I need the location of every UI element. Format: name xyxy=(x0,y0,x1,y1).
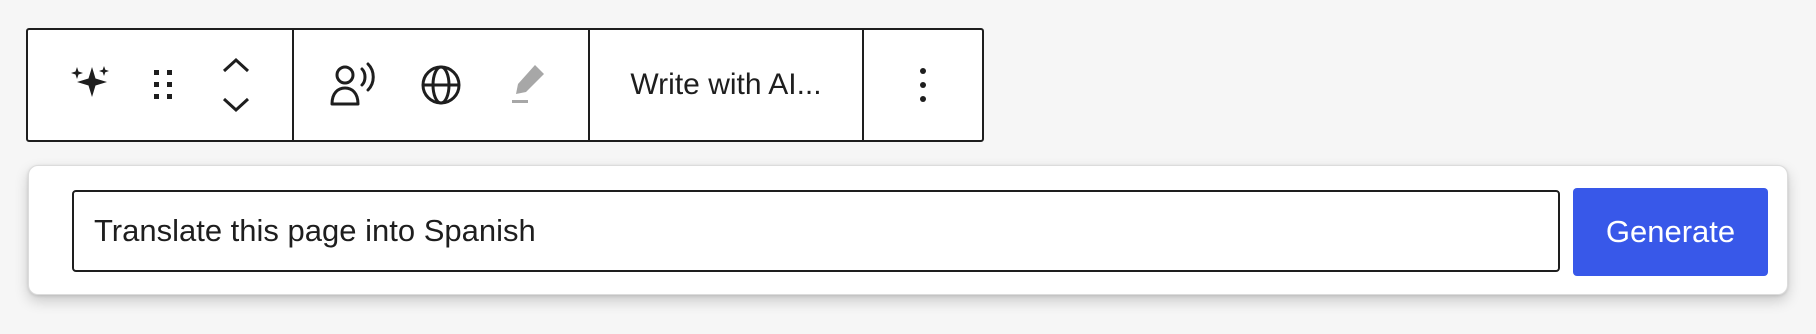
move-up-down-icon xyxy=(222,57,250,113)
options-group xyxy=(864,30,982,140)
more-vertical-icon xyxy=(920,68,926,102)
generate-button[interactable]: Generate xyxy=(1573,188,1768,276)
ai-block-button[interactable] xyxy=(60,50,120,120)
block-controls-group xyxy=(28,30,294,140)
voice-speaker-icon xyxy=(330,62,375,106)
block-tools-group xyxy=(294,30,590,140)
sparkles-icon xyxy=(71,66,109,97)
drag-handle[interactable] xyxy=(133,50,193,120)
language-button[interactable] xyxy=(411,50,471,120)
options-button[interactable] xyxy=(893,50,953,120)
write-with-ai-button[interactable]: Write with AI... xyxy=(630,68,821,102)
ai-prompt-input[interactable] xyxy=(72,190,1560,272)
write-with-ai-group: Write with AI... xyxy=(590,30,864,140)
move-buttons[interactable] xyxy=(206,50,266,120)
block-toolbar: Write with AI... xyxy=(26,28,984,142)
globe-icon xyxy=(421,65,461,105)
voice-button[interactable] xyxy=(324,50,384,120)
drag-handle-icon xyxy=(154,70,172,99)
highlight-button[interactable] xyxy=(498,50,558,120)
highlighter-icon xyxy=(512,65,544,103)
ai-prompt-popover: Generate xyxy=(28,165,1788,295)
